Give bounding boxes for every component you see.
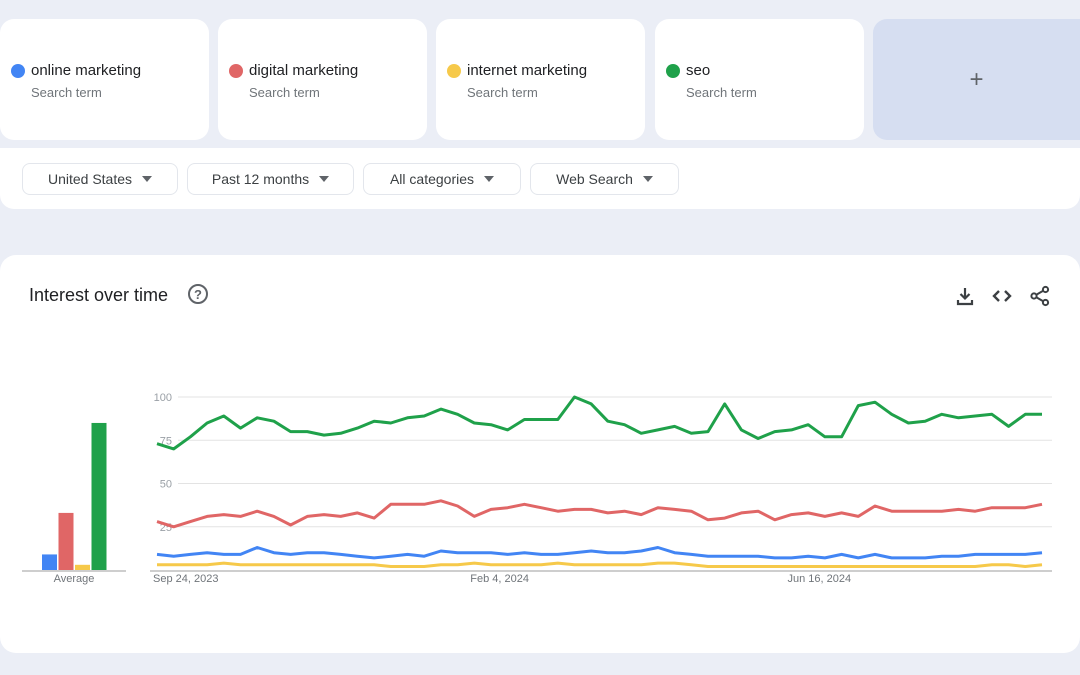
- term-label: online marketing: [31, 62, 142, 79]
- region-dropdown[interactable]: United States: [22, 163, 178, 195]
- series-color-dot: [229, 64, 243, 78]
- series-color-dot: [11, 64, 25, 78]
- term-card-digital-marketing[interactable]: digital marketing Search term: [218, 19, 427, 140]
- term-sublabel: Search term: [686, 85, 757, 100]
- caret-down-icon: [484, 176, 495, 182]
- filters-bar: United States Past 12 months All categor…: [0, 148, 1080, 209]
- term-card-online-marketing[interactable]: online marketing Search term: [0, 19, 209, 140]
- term-sublabel: Search term: [31, 85, 102, 100]
- caret-down-icon: [142, 176, 153, 182]
- term-label: digital marketing: [249, 62, 359, 79]
- panel-title: Interest over time: [29, 285, 169, 305]
- time-range-dropdown[interactable]: Past 12 months: [187, 163, 354, 195]
- series-color-dot: [447, 64, 461, 78]
- term-card-internet-marketing[interactable]: internet marketing Search term: [436, 19, 645, 140]
- dropdown-label: Web Search: [556, 171, 633, 187]
- series-color-dot: [666, 64, 680, 78]
- category-dropdown[interactable]: All categories: [363, 163, 521, 195]
- plus-icon: +: [969, 65, 984, 93]
- dropdown-label: Past 12 months: [211, 171, 310, 187]
- search-terms-row: online marketing Search term digital mar…: [0, 19, 1080, 140]
- term-sublabel: Search term: [467, 85, 538, 100]
- term-label: internet marketing: [467, 62, 588, 79]
- help-icon[interactable]: ?: [188, 284, 208, 304]
- term-sublabel: Search term: [249, 85, 320, 100]
- embed-code-icon[interactable]: [991, 285, 1013, 307]
- download-icon[interactable]: [954, 285, 976, 307]
- caret-down-icon: [642, 176, 653, 182]
- term-card-seo[interactable]: seo Search term: [655, 19, 864, 140]
- share-icon[interactable]: [1029, 285, 1051, 307]
- search-type-dropdown[interactable]: Web Search: [530, 163, 679, 195]
- term-label: seo: [686, 62, 711, 79]
- interest-over-time-panel: Interest over time ?: [0, 255, 1080, 653]
- dropdown-label: All categories: [389, 171, 475, 187]
- dropdown-label: United States: [47, 171, 133, 187]
- add-term-button[interactable]: +: [873, 19, 1080, 140]
- caret-down-icon: [319, 176, 330, 182]
